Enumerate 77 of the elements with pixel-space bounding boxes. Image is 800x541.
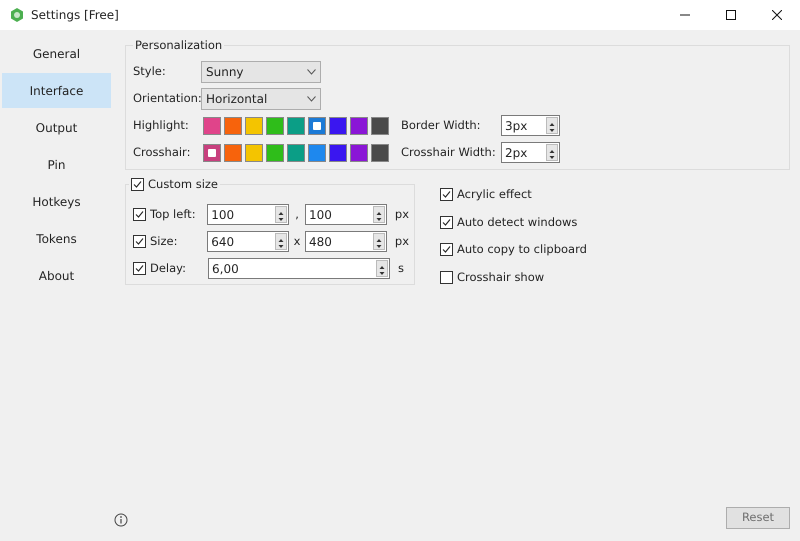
color-swatch[interactable] [245, 116, 263, 134]
sidebar-item[interactable]: Hotkeys [2, 184, 111, 219]
info-icon[interactable] [114, 513, 128, 527]
group-title: Personalization [133, 38, 224, 52]
checkbox-label: Top left: [150, 206, 197, 223]
number-field[interactable]: 2px [501, 142, 560, 163]
field-label: Crosshair Width: [401, 144, 497, 161]
separator-text: , [294, 206, 300, 223]
unit-label: s [398, 260, 404, 277]
checkbox[interactable] [440, 270, 453, 284]
sidebar-item[interactable]: Pin [2, 147, 111, 182]
sidebar-item[interactable]: Output [2, 110, 111, 145]
spin-arrows-icon[interactable] [376, 260, 388, 277]
checkbox[interactable] [133, 235, 146, 248]
spin-arrows-icon[interactable] [275, 206, 288, 223]
chevron-down-icon [307, 68, 316, 74]
sidebar-item[interactable]: About [2, 258, 111, 293]
field-label: Orientation: [133, 90, 201, 107]
number-field[interactable]: 100 [304, 204, 387, 225]
color-swatch[interactable] [350, 144, 368, 162]
checkbox[interactable] [133, 262, 146, 275]
color-swatch[interactable] [203, 144, 221, 162]
number-field[interactable]: 6,00 [208, 258, 390, 279]
number-field[interactable]: 3px [501, 115, 560, 136]
color-swatch[interactable] [329, 144, 347, 162]
checkbox-label: Crosshair show [457, 268, 544, 286]
checkbox[interactable] [440, 243, 453, 256]
color-swatch[interactable] [371, 116, 389, 134]
checkbox[interactable] [440, 188, 453, 202]
color-swatch[interactable] [245, 144, 263, 162]
checkbox-label: Acrylic effect [457, 186, 532, 204]
color-swatch[interactable] [329, 116, 347, 134]
checkbox-label: Custom size [148, 177, 218, 191]
number-field[interactable]: 480 [304, 231, 387, 252]
color-swatch[interactable] [308, 116, 326, 134]
color-swatch[interactable] [371, 144, 389, 162]
checkbox-label: Size: [150, 232, 178, 250]
color-swatch[interactable] [266, 144, 284, 162]
color-swatch[interactable] [266, 116, 284, 134]
close-icon [772, 10, 782, 20]
spin-arrows-icon[interactable] [546, 144, 558, 161]
dropdown[interactable]: Sunny [201, 60, 321, 82]
checkbox[interactable] [131, 178, 144, 190]
color-swatch[interactable] [224, 144, 242, 162]
checkbox-label: Auto copy to clipboard [457, 241, 587, 258]
field-label: Highlight: [133, 116, 190, 134]
checkbox[interactable] [133, 208, 146, 221]
field-label: Crosshair: [133, 144, 192, 161]
spin-arrows-icon[interactable] [372, 233, 385, 250]
sidebar-item[interactable]: Interface [2, 73, 111, 108]
color-swatch[interactable] [308, 144, 326, 162]
app-logo-icon [9, 7, 25, 23]
separator-text: x [292, 232, 302, 250]
checkbox[interactable] [440, 216, 453, 229]
number-field[interactable]: 100 [207, 204, 290, 225]
spin-arrows-icon[interactable] [372, 206, 385, 223]
color-swatch[interactable] [287, 144, 305, 162]
color-swatch[interactable] [224, 116, 242, 134]
color-swatch[interactable] [287, 116, 305, 134]
checkbox-label: Auto detect windows [457, 214, 578, 231]
window-title: Settings [Free] [31, 7, 119, 24]
number-field[interactable]: 640 [207, 231, 290, 252]
spin-arrows-icon[interactable] [275, 233, 288, 250]
unit-label: px [394, 232, 410, 250]
unit-label: px [394, 206, 410, 223]
spin-arrows-icon[interactable] [546, 117, 558, 134]
checkbox-label: Delay: [150, 260, 188, 277]
color-swatch[interactable] [203, 116, 221, 134]
chevron-down-icon [307, 96, 316, 102]
field-label: Style: [133, 62, 167, 80]
maximize-icon [726, 10, 736, 20]
sidebar-item[interactable]: General [2, 36, 111, 71]
sidebar-item[interactable]: Tokens [2, 221, 111, 256]
reset-button[interactable]: Reset [726, 507, 790, 529]
color-swatch[interactable] [350, 116, 368, 134]
dropdown[interactable]: Horizontal [201, 88, 321, 110]
field-label: Border Width: [401, 116, 482, 134]
